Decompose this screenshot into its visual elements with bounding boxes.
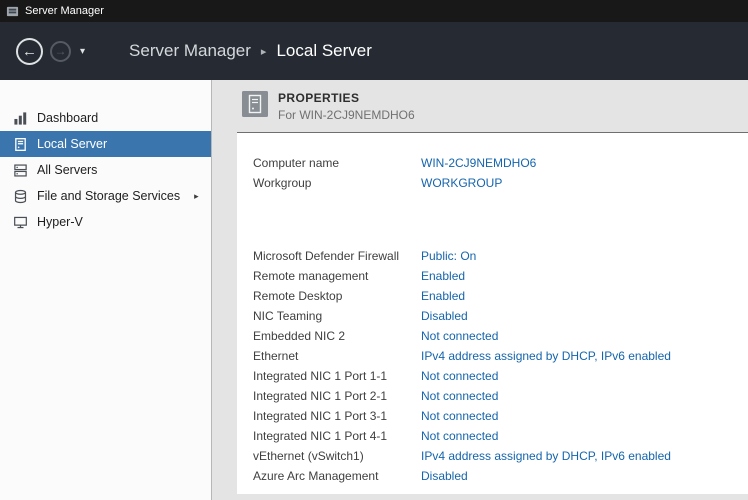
header: ← → ▾ Server Manager ▸ Local Server: [0, 22, 748, 80]
breadcrumb-root[interactable]: Server Manager: [129, 41, 251, 61]
properties-panel: Computer name WIN-2CJ9NEMDHO6 Workgroup …: [237, 132, 748, 494]
property-value-link[interactable]: Not connected: [421, 429, 498, 443]
property-row: Integrated NIC 1 Port 3-1 Not connected: [253, 406, 748, 426]
property-row: Remote management Enabled: [253, 266, 748, 286]
sidebar-item-dashboard[interactable]: Dashboard: [0, 105, 211, 131]
nav-buttons: ← → ▾: [0, 38, 85, 65]
nav-history-dropdown[interactable]: ▾: [80, 46, 85, 57]
forward-button[interactable]: →: [50, 41, 71, 62]
sidebar-item-label: Hyper-V: [37, 215, 83, 229]
back-button[interactable]: ←: [16, 38, 43, 65]
dashboard-icon: [13, 111, 28, 126]
submenu-chevron-icon: ▸: [194, 191, 199, 202]
property-row: Computer name WIN-2CJ9NEMDHO6: [253, 153, 748, 173]
property-row: Workgroup WORKGROUP: [253, 173, 748, 193]
sidebar-item-label: Local Server: [37, 137, 107, 151]
property-value-link[interactable]: IPv4 address assigned by DHCP, IPv6 enab…: [421, 449, 671, 463]
property-value-link[interactable]: IPv4 address assigned by DHCP, IPv6 enab…: [421, 349, 671, 363]
property-label: vEthernet (vSwitch1): [253, 449, 421, 463]
property-row: Embedded NIC 2 Not connected: [253, 326, 748, 346]
property-label: Computer name: [253, 156, 421, 170]
property-label: Integrated NIC 1 Port 3-1: [253, 409, 421, 423]
property-value-link[interactable]: Disabled: [421, 469, 468, 483]
sidebar-item-label: File and Storage Services: [37, 189, 180, 203]
sidebar-item-label: Dashboard: [37, 111, 98, 125]
properties-tile-icon: [242, 91, 268, 117]
property-label: Ethernet: [253, 349, 421, 363]
property-value-link[interactable]: Not connected: [421, 329, 498, 343]
forward-arrow-icon: →: [55, 44, 67, 58]
property-value-link[interactable]: Enabled: [421, 269, 465, 283]
properties-header-text: PROPERTIES For WIN-2CJ9NEMDHO6: [278, 91, 415, 122]
property-value-link[interactable]: WIN-2CJ9NEMDHO6: [421, 156, 536, 170]
properties-header: PROPERTIES For WIN-2CJ9NEMDHO6: [242, 91, 748, 122]
breadcrumb-current[interactable]: Local Server: [276, 41, 371, 61]
sidebar-item-local-server[interactable]: Local Server: [0, 131, 211, 157]
property-label: Remote management: [253, 269, 421, 283]
property-label: Azure Arc Management: [253, 469, 421, 483]
property-row: Ethernet IPv4 address assigned by DHCP, …: [253, 346, 748, 366]
property-value-link[interactable]: Enabled: [421, 289, 465, 303]
property-label: NIC Teaming: [253, 309, 421, 323]
main-content: PROPERTIES For WIN-2CJ9NEMDHO6 Computer …: [212, 80, 748, 500]
storage-services-icon: [13, 189, 28, 204]
property-group-gap: [253, 193, 748, 246]
server-icon: [13, 137, 28, 152]
property-group-status: Microsoft Defender Firewall Public: On R…: [253, 246, 748, 486]
window-title: Server Manager: [25, 5, 104, 17]
body-area: Dashboard Local Server All Servers File …: [0, 80, 748, 500]
sidebar-item-hyper-v[interactable]: Hyper-V: [0, 209, 211, 235]
property-value-link[interactable]: Not connected: [421, 389, 498, 403]
property-row: Integrated NIC 1 Port 2-1 Not connected: [253, 386, 748, 406]
property-label: Integrated NIC 1 Port 1-1: [253, 369, 421, 383]
sidebar-item-label: All Servers: [37, 163, 97, 177]
property-group-identity: Computer name WIN-2CJ9NEMDHO6 Workgroup …: [253, 153, 748, 193]
property-row: Integrated NIC 1 Port 1-1 Not connected: [253, 366, 748, 386]
property-row: NIC Teaming Disabled: [253, 306, 748, 326]
property-label: Remote Desktop: [253, 289, 421, 303]
property-label: Integrated NIC 1 Port 2-1: [253, 389, 421, 403]
property-row: vEthernet (vSwitch1) IPv4 address assign…: [253, 446, 748, 466]
property-row: Remote Desktop Enabled: [253, 286, 748, 306]
property-row: Microsoft Defender Firewall Public: On: [253, 246, 748, 266]
app-icon: [6, 5, 19, 18]
hyper-v-icon: [13, 215, 28, 230]
property-value-link[interactable]: WORKGROUP: [421, 176, 502, 190]
properties-title: PROPERTIES: [278, 91, 415, 105]
property-row: Azure Arc Management Disabled: [253, 466, 748, 486]
property-value-link[interactable]: Not connected: [421, 369, 498, 383]
sidebar-item-all-servers[interactable]: All Servers: [0, 157, 211, 183]
property-value-link[interactable]: Not connected: [421, 409, 498, 423]
breadcrumb: Server Manager ▸ Local Server: [129, 41, 372, 61]
property-label: Microsoft Defender Firewall: [253, 249, 421, 263]
property-label: Embedded NIC 2: [253, 329, 421, 343]
property-label: Integrated NIC 1 Port 4-1: [253, 429, 421, 443]
property-value-link[interactable]: Public: On: [421, 249, 476, 263]
all-servers-icon: [13, 163, 28, 178]
sidebar-item-file-and-storage-services[interactable]: File and Storage Services ▸: [0, 183, 211, 209]
property-value-link[interactable]: Disabled: [421, 309, 468, 323]
titlebar: Server Manager: [0, 0, 748, 22]
breadcrumb-separator-icon: ▸: [261, 45, 267, 58]
property-label: Workgroup: [253, 176, 421, 190]
back-arrow-icon: ←: [22, 43, 37, 60]
properties-subtitle: For WIN-2CJ9NEMDHO6: [278, 108, 415, 122]
sidebar: Dashboard Local Server All Servers File …: [0, 80, 212, 500]
property-row: Integrated NIC 1 Port 4-1 Not connected: [253, 426, 748, 446]
